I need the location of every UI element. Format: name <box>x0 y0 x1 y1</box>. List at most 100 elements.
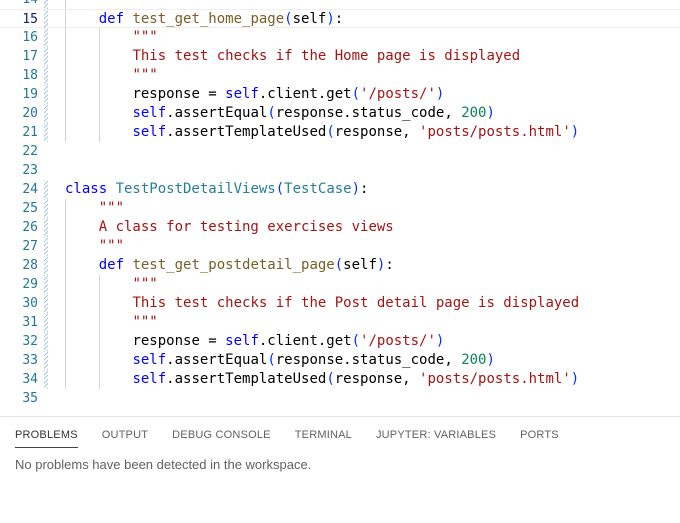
code-token: .client.get <box>258 333 352 349</box>
git-change-marker[interactable] <box>44 180 48 199</box>
git-change-marker[interactable] <box>44 123 48 142</box>
line-number: 26 <box>22 220 38 235</box>
code-token: ) <box>570 124 580 140</box>
line-number: 21 <box>22 125 38 140</box>
indent-guide <box>98 332 100 351</box>
code-text: """ <box>132 28 157 47</box>
code-token: TestCase <box>284 181 352 197</box>
git-change-marker[interactable] <box>44 199 48 218</box>
line-number: 30 <box>22 296 38 311</box>
code-line[interactable]: 29 """ <box>0 275 680 294</box>
git-change-marker[interactable] <box>44 47 48 66</box>
code-line[interactable]: 25 """ <box>0 199 680 218</box>
code-line[interactable]: 18 """ <box>0 66 680 85</box>
git-change-marker[interactable] <box>44 10 48 29</box>
git-change-marker[interactable] <box>44 28 48 47</box>
code-line[interactable]: 35 <box>0 389 680 408</box>
indent-guide <box>98 313 100 332</box>
code-token: def <box>98 11 133 27</box>
line-number: 19 <box>22 87 38 102</box>
code-line[interactable]: 31 """ <box>0 313 680 332</box>
code-text: response = self.client.get('/posts/') <box>132 85 444 104</box>
code-text: self.assertEqual(response.status_code, 2… <box>132 104 494 123</box>
indent-guide <box>65 313 66 332</box>
tab-terminal[interactable]: TERMINAL <box>295 427 352 447</box>
code-token: .assertTemplateUsed <box>166 124 327 140</box>
code-line[interactable]: 14 """ <box>0 0 680 9</box>
code-text: self.assertTemplateUsed(response, 'posts… <box>132 370 579 389</box>
code-line[interactable]: 30 This test checks if the Post detail pa… <box>0 294 680 313</box>
code-line[interactable]: 27 """ <box>0 237 680 256</box>
code-line[interactable]: 28 def test_get_postdetail_page(self): <box>0 256 680 275</box>
line-number: 27 <box>22 239 38 254</box>
code-token: ( <box>275 181 285 197</box>
git-change-marker[interactable] <box>44 370 48 389</box>
code-text: """ <box>99 237 124 256</box>
code-token: This test checks if the Post detail page… <box>132 295 580 311</box>
line-number: 25 <box>22 201 38 216</box>
tab-jupyter-variables[interactable]: JUPYTER: VARIABLES <box>376 427 496 447</box>
code-text: response = self.client.get('/posts/') <box>132 332 444 351</box>
code-token: """ <box>98 238 125 254</box>
tab-ports[interactable]: PORTS <box>520 427 559 447</box>
code-text: class TestPostDetailViews(TestCase): <box>65 180 368 199</box>
code-token: : <box>385 257 394 273</box>
code-text: self.assertTemplateUsed(response, 'posts… <box>132 123 579 142</box>
code-token: TestPostDetailViews <box>115 181 276 197</box>
git-change-marker[interactable] <box>44 0 48 9</box>
code-token: .assertEqual <box>166 105 268 121</box>
git-change-marker[interactable] <box>44 218 48 237</box>
code-line[interactable]: 22 <box>0 142 680 161</box>
line-number: 29 <box>22 277 38 292</box>
git-change-marker[interactable] <box>44 275 48 294</box>
code-line[interactable]: 15 def test_get_home_page(self): <box>0 9 680 29</box>
code-line[interactable]: 23 <box>0 161 680 180</box>
git-change-marker[interactable] <box>44 85 48 104</box>
git-change-marker[interactable] <box>44 256 48 275</box>
code-line[interactable]: 19 response = self.client.get('/posts/') <box>0 85 680 104</box>
indent-guide <box>65 370 66 389</box>
code-line[interactable]: 16 """ <box>0 28 680 47</box>
git-change-marker[interactable] <box>44 332 48 351</box>
code-line[interactable]: 32 response = self.client.get('/posts/') <box>0 332 680 351</box>
git-change-marker[interactable] <box>44 237 48 256</box>
git-change-marker[interactable] <box>44 313 48 332</box>
code-text: """ <box>132 66 157 85</box>
tab-output[interactable]: OUTPUT <box>102 427 148 447</box>
code-token: ( <box>334 257 344 273</box>
indent-guide <box>65 10 66 29</box>
panel-tabs: PROBLEMS OUTPUT DEBUG CONSOLE TERMINAL J… <box>15 427 583 451</box>
code-line[interactable]: 20 self.assertEqual(response.status_code,… <box>0 104 680 123</box>
code-token: response.status_code, <box>275 352 462 368</box>
code-line[interactable]: 17 This test checks if the Home page is d… <box>0 47 680 66</box>
code-editor[interactable]: 14"""15def test_get_home_page(self):16""… <box>0 0 680 416</box>
code-token: response = <box>132 333 226 349</box>
code-text: A class for testing exercises views <box>99 218 394 237</box>
code-token: self <box>132 124 167 140</box>
line-number: 24 <box>22 182 38 197</box>
git-change-marker[interactable] <box>44 104 48 123</box>
code-line[interactable]: 24 class TestPostDetailViews(TestCase): <box>0 180 680 199</box>
git-change-marker[interactable] <box>44 66 48 85</box>
code-line[interactable]: 26 A class for testing exercises views <box>0 218 680 237</box>
code-text: This test checks if the Post detail page… <box>132 294 579 313</box>
git-change-marker[interactable] <box>44 294 48 313</box>
indent-guide <box>65 66 66 85</box>
code-token: def <box>98 257 133 273</box>
git-change-marker[interactable] <box>44 351 48 370</box>
code-token: response, <box>334 124 420 140</box>
indent-guide <box>65 47 66 66</box>
code-token: class <box>65 181 116 197</box>
code-line[interactable]: 21 self.assertTemplateUsed(response, 'pos… <box>0 123 680 142</box>
indent-guide <box>98 294 100 313</box>
code-line[interactable]: 33 self.assertEqual(response.status_code,… <box>0 351 680 370</box>
tab-debug-console[interactable]: DEBUG CONSOLE <box>172 427 271 447</box>
indent-guide <box>65 104 66 123</box>
line-number: 34 <box>22 372 38 387</box>
code-line[interactable]: 34 self.assertTemplateUsed(response, 'pos… <box>0 370 680 389</box>
code-token: """ <box>132 276 158 292</box>
tab-problems[interactable]: PROBLEMS <box>15 427 78 448</box>
code-token: self <box>132 105 167 121</box>
code-token: ) <box>486 105 495 121</box>
indent-guide <box>65 351 66 370</box>
